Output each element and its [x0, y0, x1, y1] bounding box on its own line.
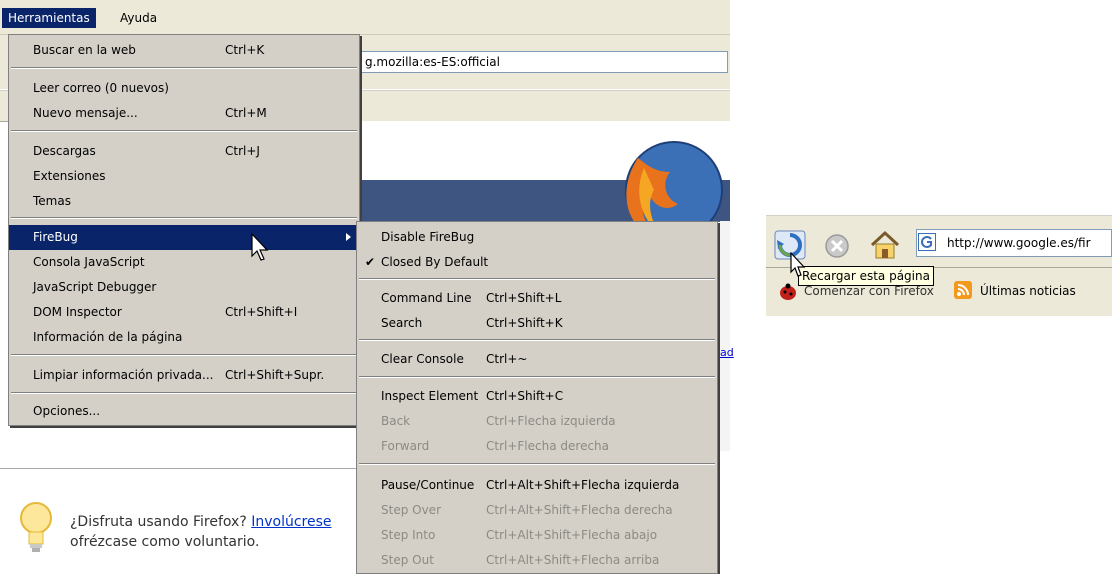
menu-item-search-web[interactable]: Buscar en la web Ctrl+K: [9, 38, 359, 63]
menu-separator: [11, 130, 357, 132]
menu-item-read-mail[interactable]: Leer correo (0 nuevos): [9, 76, 359, 101]
submenu-item-inspect-element[interactable]: Inspect Element Ctrl+Shift+C: [357, 384, 717, 409]
page-content-edge: [720, 221, 730, 451]
menu-item-extensions[interactable]: Extensiones: [9, 164, 359, 189]
menu-separator: [11, 67, 357, 69]
menu-item-downloads[interactable]: Descargas Ctrl+J: [9, 139, 359, 164]
menu-item-firebug[interactable]: FireBug: [9, 225, 359, 250]
menu-item-new-message[interactable]: Nuevo mensaje... Ctrl+M: [9, 101, 359, 126]
submenu-item-clear-console[interactable]: Clear Console Ctrl+~: [357, 347, 717, 372]
mouse-cursor-icon: [790, 252, 806, 277]
submenu-item-step-out[interactable]: Step Out Ctrl+Alt+Shift+Flecha arriba: [357, 548, 717, 573]
submenu-item-search[interactable]: Search Ctrl+Shift+K: [357, 311, 717, 336]
url-bar[interactable]: g.mozilla:es-ES:official: [300, 51, 728, 73]
mouse-cursor-icon: [251, 232, 269, 261]
submenu-item-step-into[interactable]: Step Into Ctrl+Alt+Shift+Flecha abajo: [357, 523, 717, 548]
content-link-fragment[interactable]: ad: [720, 346, 734, 359]
tip-text-line2: ofrézcase como voluntario.: [70, 534, 260, 550]
menu-item-js-console[interactable]: Consola JavaScript: [9, 250, 359, 275]
submenu-item-pause-continue[interactable]: Pause/Continue Ctrl+Alt+Shift+Flecha izq…: [357, 473, 717, 498]
submenu-item-disable-firebug[interactable]: Disable FireBug: [357, 225, 717, 250]
menu-separator: [359, 463, 715, 465]
bookmark-latest-news[interactable]: Últimas noticias: [980, 280, 1076, 302]
divider: [0, 468, 358, 469]
submenu-item-command-line[interactable]: Command Line Ctrl+Shift+L: [357, 286, 717, 311]
menu-item-clear-private-data[interactable]: Limpiar información privada... Ctrl+Shif…: [9, 363, 359, 388]
menu-separator: [11, 354, 357, 356]
menu-item-options[interactable]: Opciones...: [9, 399, 359, 424]
home-icon[interactable]: [868, 229, 902, 261]
menu-bar: Herramientas Ayuda: [0, 0, 730, 35]
menu-item-page-info[interactable]: Información de la página: [9, 325, 359, 350]
menu-item-dom-inspector[interactable]: DOM Inspector Ctrl+Shift+I: [9, 300, 359, 325]
menu-help[interactable]: Ayuda: [114, 8, 163, 28]
menu-separator: [11, 217, 357, 219]
rss-feed-icon: [954, 281, 972, 299]
submenu-item-forward[interactable]: Forward Ctrl+Flecha derecha: [357, 434, 717, 459]
submenu-item-step-over[interactable]: Step Over Ctrl+Alt+Shift+Flecha derecha: [357, 498, 717, 523]
stop-icon[interactable]: [822, 231, 852, 261]
google-favicon-icon: [918, 233, 936, 251]
tools-menu: Buscar en la web Ctrl+K Leer correo (0 n…: [8, 34, 360, 426]
menu-item-themes[interactable]: Temas: [9, 189, 359, 214]
submenu-item-back[interactable]: Back Ctrl+Flecha izquierda: [357, 409, 717, 434]
check-icon: ✔: [365, 255, 376, 269]
ladybug-icon: [780, 283, 796, 300]
menu-tools[interactable]: Herramientas: [2, 8, 96, 28]
reload-tooltip: Recargar esta página: [798, 266, 934, 286]
get-involved-link[interactable]: Involúcrese: [251, 514, 331, 530]
firebug-submenu: Disable FireBug ✔ Closed By Default Comm…: [356, 221, 718, 574]
menu-separator: [359, 339, 715, 341]
lightbulb-icon: [20, 502, 52, 552]
right-url-bar[interactable]: http://www.google.es/fir: [916, 229, 1112, 257]
menu-separator: [11, 392, 357, 394]
tip-text: ¿Disfruta usando Firefox? Involúcrese of…: [70, 512, 370, 552]
menu-separator: [359, 376, 715, 378]
menu-item-js-debugger[interactable]: JavaScript Debugger: [9, 275, 359, 300]
submenu-item-closed-by-default[interactable]: ✔ Closed By Default: [357, 250, 717, 275]
tip-text-before: ¿Disfruta usando Firefox?: [70, 514, 252, 530]
submenu-arrow-icon: [346, 233, 351, 241]
menu-separator: [359, 278, 715, 280]
